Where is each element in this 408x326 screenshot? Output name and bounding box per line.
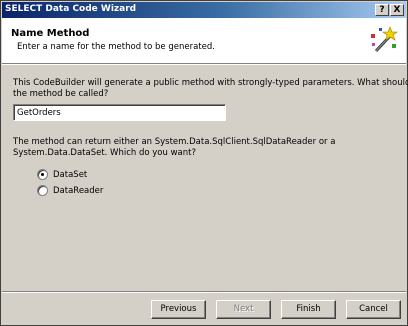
footer-separator	[2, 291, 406, 293]
next-button[interactable]: Next	[216, 300, 271, 319]
page-title: Name Method	[11, 28, 90, 39]
title-bar[interactable]: SELECT Data Code Wizard ? X	[2, 2, 406, 18]
return-type-prompt: The method can return either an System.D…	[13, 137, 335, 159]
radio-dataset[interactable]: DataSet	[37, 168, 87, 181]
finish-button[interactable]: Finish	[281, 300, 336, 319]
radio-dataset-button[interactable]	[37, 169, 48, 180]
wizard-header: Name Method Enter a name for the method …	[2, 18, 406, 64]
return-line-1: The method can return either an System.D…	[13, 137, 336, 147]
method-name-input[interactable]	[13, 104, 226, 121]
wizard-window: SELECT Data Code Wizard ? X Name Method …	[0, 0, 408, 326]
return-line-2: System.Data.DataSet. Which do you want?	[13, 148, 196, 158]
cancel-button[interactable]: Cancel	[346, 300, 401, 319]
previous-button[interactable]: Previous	[151, 300, 206, 319]
magic-wand-icon	[371, 26, 398, 53]
method-name-prompt: This CodeBuilder will generate a public …	[13, 78, 408, 100]
radio-datareader-label[interactable]: DataReader	[53, 186, 103, 196]
help-button[interactable]: ?	[375, 4, 389, 16]
header-divider	[2, 64, 406, 65]
close-button[interactable]: X	[390, 4, 404, 16]
prompt-line-1: This CodeBuilder will generate a public …	[13, 78, 408, 88]
radio-dataset-label[interactable]: DataSet	[53, 170, 87, 180]
prompt-line-2: the method be called?	[13, 89, 109, 99]
radio-datareader-button[interactable]	[37, 185, 48, 196]
page-subtitle: Enter a name for the method to be genera…	[17, 42, 215, 52]
window-title: SELECT Data Code Wizard	[5, 4, 137, 14]
radio-datareader[interactable]: DataReader	[37, 184, 103, 197]
